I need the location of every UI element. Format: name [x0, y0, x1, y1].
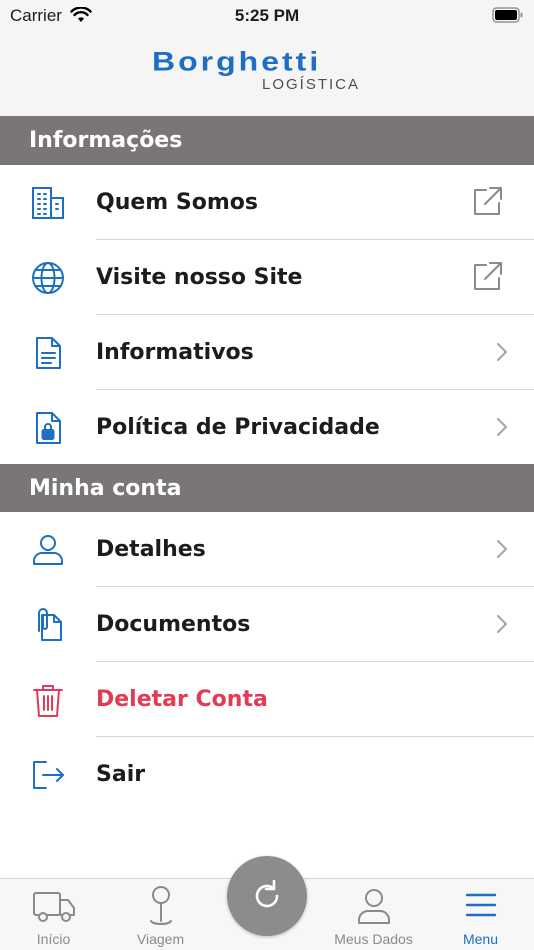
- menu-item-label: Visite nosso Site: [96, 265, 303, 290]
- document-lock-icon: [30, 410, 66, 446]
- menu-item-sair[interactable]: Sair: [0, 737, 534, 812]
- chevron-right-icon: [492, 614, 512, 634]
- tab-label: Início: [36, 931, 71, 947]
- location-pin-icon: [146, 885, 176, 933]
- tab-menu[interactable]: Menu: [427, 879, 534, 950]
- trash-icon: [30, 682, 66, 718]
- tab-label: Viagem: [136, 931, 185, 947]
- hamburger-menu-icon: [464, 885, 498, 929]
- globe-icon: [30, 260, 66, 296]
- building-icon: [30, 185, 66, 221]
- clock: 5:25 PM: [234, 6, 300, 25]
- user-icon: [30, 532, 66, 568]
- header: Borghetti LOGÍSTICA: [0, 34, 534, 116]
- battery-icon: [492, 7, 524, 27]
- user-icon: [356, 885, 392, 929]
- tab-meus-dados[interactable]: Meus Dados: [320, 879, 427, 950]
- brand-name: Borghetti: [152, 46, 322, 77]
- menu-item-informativos[interactable]: Informativos: [0, 315, 534, 390]
- menu-item-politica-privacidade[interactable]: Política de Privacidade: [0, 390, 534, 465]
- section-header-minha-conta: Minha conta: [0, 464, 534, 512]
- external-link-icon: [470, 185, 504, 219]
- document-icon: [30, 335, 66, 371]
- tab-viagem[interactable]: Viagem: [107, 879, 214, 950]
- paperclip-document-icon: [30, 607, 66, 643]
- external-link-icon: [470, 260, 504, 294]
- menu-item-documentos[interactable]: Documentos: [0, 587, 534, 662]
- menu-item-label: Detalhes: [96, 537, 206, 562]
- refresh-button[interactable]: [227, 856, 307, 936]
- menu-item-label: Deletar Conta: [96, 687, 268, 712]
- menu-item-deletar-conta[interactable]: Deletar Conta: [0, 662, 534, 737]
- brand-subtitle: LOGÍSTICA: [262, 76, 361, 93]
- menu-item-label: Informativos: [96, 340, 254, 365]
- chevron-right-icon: [492, 417, 512, 437]
- menu-item-label: Sair: [96, 762, 146, 787]
- menu-item-label: Política de Privacidade: [96, 415, 380, 440]
- menu-item-label: Documentos: [96, 612, 251, 637]
- chevron-right-icon: [492, 342, 512, 362]
- section-header-informacoes: Informações: [0, 116, 534, 165]
- logout-icon: [30, 757, 66, 793]
- refresh-icon: [255, 879, 279, 908]
- status-bar: Carrier 5:25 PM: [0, 0, 534, 34]
- tab-label: Menu: [462, 931, 499, 947]
- chevron-right-icon: [492, 539, 512, 559]
- tab-inicio[interactable]: Início: [0, 879, 107, 950]
- menu-item-quem-somos[interactable]: Quem Somos: [0, 165, 534, 240]
- truck-icon: [32, 885, 76, 929]
- tab-label: Meus Dados: [334, 931, 413, 947]
- brand-logo: Borghetti LOGÍSTICA: [152, 46, 384, 93]
- menu-item-visite-site[interactable]: Visite nosso Site: [0, 240, 534, 315]
- menu-item-label: Quem Somos: [96, 190, 258, 215]
- menu-item-detalhes[interactable]: Detalhes: [0, 512, 534, 587]
